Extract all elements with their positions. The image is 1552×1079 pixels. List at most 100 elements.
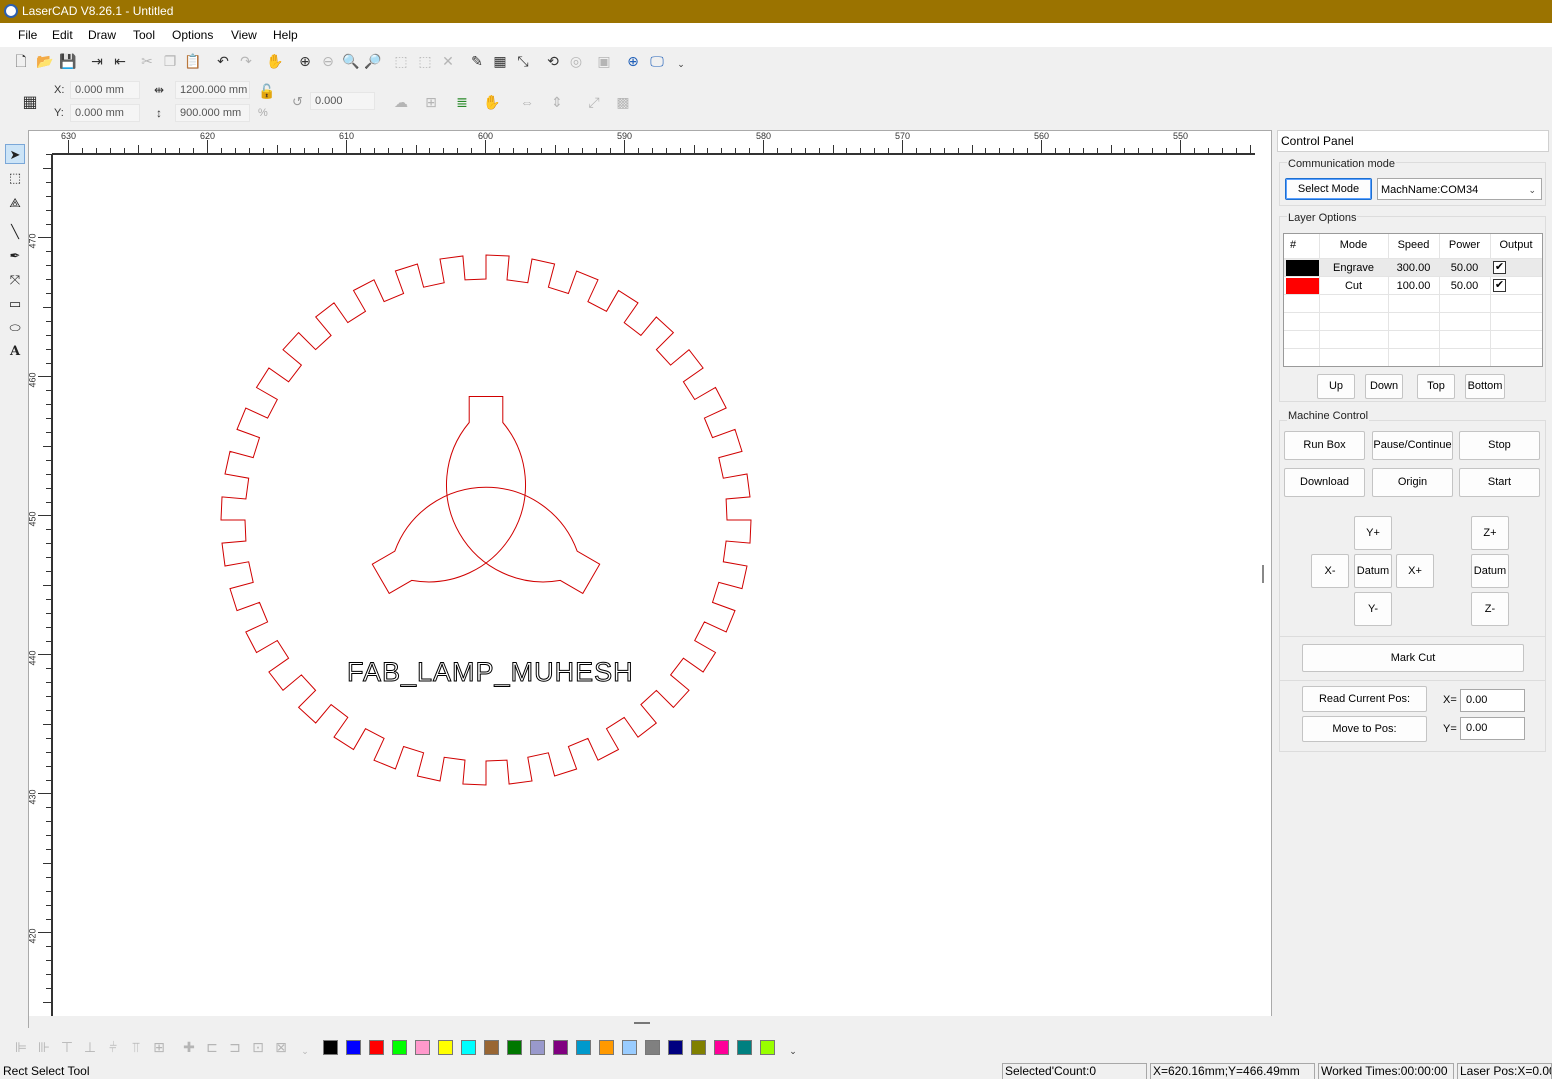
same-width-icon[interactable]: ⊏ [203, 1038, 221, 1056]
gear-outline[interactable] [220, 254, 752, 786]
jog-x-minus-button[interactable]: X- [1311, 554, 1349, 588]
panel-splitter-handle[interactable] [1262, 565, 1264, 583]
color-swatch[interactable] [484, 1040, 499, 1055]
import-icon[interactable]: ⇥ [88, 52, 106, 70]
mark-cut-button[interactable]: Mark Cut [1302, 644, 1524, 672]
pan-hand-icon[interactable]: ✋ [266, 52, 284, 70]
layer-color-swatch[interactable] [1286, 260, 1319, 276]
redo-icon[interactable]: ↷ [237, 52, 255, 70]
export-icon[interactable]: ⇤ [111, 52, 129, 70]
width-field[interactable]: 1200.000 mm [175, 81, 250, 99]
height-field[interactable]: 900.000 mm [175, 104, 250, 122]
text-tool-icon[interactable]: A [5, 342, 25, 362]
origin-button[interactable]: Origin [1372, 468, 1453, 497]
cut-icon[interactable]: ✂ [138, 52, 156, 70]
color-swatch[interactable] [346, 1040, 361, 1055]
download-button[interactable]: Download [1284, 468, 1365, 497]
line-tool-icon[interactable]: ╲ [5, 222, 25, 242]
select-mode-button[interactable]: Select Mode [1285, 178, 1372, 200]
align-overflow-icon[interactable]: ⌄ [296, 1042, 314, 1060]
color-swatch[interactable] [599, 1040, 614, 1055]
distribute-icon[interactable]: ⊞ [422, 93, 440, 111]
ungroup-icon[interactable]: ⬚ [416, 52, 434, 70]
layer-bottom-button[interactable]: Bottom [1465, 374, 1505, 399]
align-center-icon[interactable]: ⊞ [150, 1038, 168, 1056]
mirror-h-icon[interactable]: ⇔ [518, 93, 536, 111]
mirror-v-icon[interactable]: ⇕ [548, 93, 566, 111]
color-swatch[interactable] [415, 1040, 430, 1055]
jog-x-plus-button[interactable]: X+ [1396, 554, 1434, 588]
layer-output-checkbox[interactable]: ✔ [1493, 279, 1506, 292]
align-cloud-icon[interactable]: ☁ [392, 93, 410, 111]
polyline-tool-icon[interactable]: ⤧ [5, 270, 25, 290]
dock-icon[interactable]: ⊠ [272, 1038, 290, 1056]
position-icon[interactable]: ⊕ [624, 52, 642, 70]
distribute-h-icon[interactable]: ✚ [180, 1038, 198, 1056]
save-icon[interactable]: 💾 [59, 52, 77, 70]
menu-file[interactable]: File [18, 28, 37, 42]
engrave-text[interactable]: FAB_LAMP_MUHESH [347, 657, 634, 688]
undo-icon[interactable]: ↶ [214, 52, 232, 70]
design-drawing[interactable] [53, 155, 1256, 1017]
array-icon[interactable]: ▦ [491, 52, 509, 70]
jog-datum-button[interactable]: Datum [1354, 554, 1392, 588]
x-pos-input[interactable]: 0.00 [1460, 689, 1525, 712]
layer-top-button[interactable]: Top [1417, 374, 1455, 399]
shaft-hole-outline[interactable] [371, 396, 601, 595]
jog-z-datum-button[interactable]: Datum [1471, 554, 1509, 588]
zoom-page-icon[interactable]: 🔍 [342, 52, 360, 70]
jog-y-plus-button[interactable]: Y+ [1354, 516, 1392, 550]
pause-continue-button[interactable]: Pause/Continue [1372, 431, 1453, 460]
layer-up-button[interactable]: Up [1317, 374, 1355, 399]
color-swatch[interactable] [438, 1040, 453, 1055]
monitor-icon[interactable]: 🖵 [648, 52, 666, 70]
layer-down-button[interactable]: Down [1365, 374, 1403, 399]
measure-icon[interactable]: ⤡ [514, 52, 532, 70]
drawing-canvas[interactable]: FAB_LAMP_MUHESH [52, 154, 1255, 1016]
color-swatch[interactable] [668, 1040, 683, 1055]
color-swatch[interactable] [507, 1040, 522, 1055]
rect-select-icon[interactable]: ⬚ [5, 168, 25, 188]
pen-tool-icon[interactable]: ✒ [5, 246, 25, 266]
layer-output-checkbox[interactable]: ✔ [1493, 261, 1506, 274]
node-edit-icon[interactable]: ✎ [468, 52, 486, 70]
align-left-icon[interactable]: ⊫ [12, 1038, 30, 1056]
color-swatch[interactable] [530, 1040, 545, 1055]
preview-icon[interactable]: ◎ [567, 52, 585, 70]
bitmap-icon[interactable]: ▩ [614, 93, 632, 111]
canvas-splitter-handle[interactable] [634, 1022, 650, 1024]
color-swatch[interactable] [737, 1040, 752, 1055]
color-swatch[interactable] [622, 1040, 637, 1055]
rectangle-tool-icon[interactable]: ▭ [5, 294, 25, 314]
align-right-icon[interactable]: ⊪ [35, 1038, 53, 1056]
smooth-icon[interactable]: ✋ [483, 93, 501, 111]
jog-y-minus-button[interactable]: Y- [1354, 592, 1392, 626]
color-swatch[interactable] [553, 1040, 568, 1055]
same-height-icon[interactable]: ⊐ [226, 1038, 244, 1056]
zoom-out-icon[interactable]: ⊖ [319, 52, 337, 70]
rotation-field[interactable]: 0.000 [310, 92, 375, 110]
color-swatch[interactable] [714, 1040, 729, 1055]
stop-button[interactable]: Stop [1459, 431, 1540, 460]
menu-help[interactable]: Help [273, 28, 298, 42]
color-swatch[interactable] [323, 1040, 338, 1055]
machine-select[interactable]: MachName:COM34 ⌄ [1377, 178, 1542, 200]
toolbar-overflow-icon[interactable]: ⌄ [672, 55, 690, 73]
color-swatch[interactable] [369, 1040, 384, 1055]
palette-overflow-icon[interactable]: ⌄ [784, 1042, 802, 1060]
align-center-h-icon[interactable]: ⫪ [127, 1038, 145, 1056]
color-swatch[interactable] [461, 1040, 476, 1055]
layer-icon[interactable]: ≣ [453, 93, 471, 111]
new-file-icon[interactable]: 🗋 [12, 52, 30, 70]
menu-view[interactable]: View [231, 28, 257, 42]
scale-icon[interactable]: ⤢ [585, 93, 603, 111]
color-swatch[interactable] [392, 1040, 407, 1055]
paste-icon[interactable]: 📋 [184, 52, 202, 70]
color-swatch[interactable] [691, 1040, 706, 1055]
delete-select-icon[interactable]: ✕ [439, 52, 457, 70]
align-bottom-icon[interactable]: ⊥ [81, 1038, 99, 1056]
open-folder-icon[interactable]: 📂 [36, 52, 54, 70]
align-center-v-icon[interactable]: ⫩ [104, 1038, 122, 1056]
same-size-icon[interactable]: ⊡ [249, 1038, 267, 1056]
menu-draw[interactable]: Draw [88, 28, 116, 42]
